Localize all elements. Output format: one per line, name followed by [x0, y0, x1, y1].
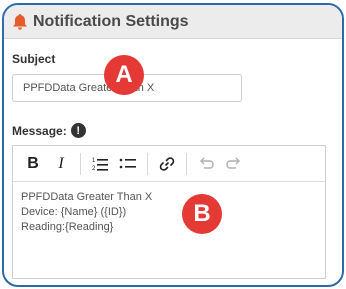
panel-title: Notification Settings — [33, 12, 189, 30]
redo-icon[interactable] — [220, 151, 248, 177]
panel-header: Notification Settings — [4, 5, 342, 39]
message-line: PPFDData Greater Than X — [21, 191, 153, 203]
bullet-list-icon[interactable] — [114, 151, 142, 177]
numbered-list-icon[interactable]: 1 2 — [86, 151, 114, 177]
message-line: Device: {Name} ({ID}) — [21, 206, 127, 218]
toolbar-divider — [80, 152, 81, 175]
bell-icon — [12, 13, 28, 31]
message-label-row: Message: ! — [12, 123, 86, 138]
subject-label: Subject — [12, 52, 56, 66]
editor-toolbar: B I 1 2 — [13, 146, 325, 182]
undo-icon[interactable] — [192, 151, 220, 177]
link-icon[interactable] — [153, 151, 181, 177]
toolbar-divider — [147, 152, 148, 175]
info-icon[interactable]: ! — [70, 123, 86, 138]
svg-text:1: 1 — [92, 158, 96, 164]
annotation-badge-b: B — [182, 194, 222, 234]
message-editor: B I 1 2 PPFDData Greater Than X Device: … — [12, 145, 326, 279]
message-content[interactable]: PPFDData Greater Than X Device: {Name} (… — [13, 182, 325, 243]
annotation-badge-a: A — [104, 55, 144, 95]
italic-button[interactable]: I — [47, 151, 75, 177]
toolbar-divider — [186, 152, 187, 175]
bold-button[interactable]: B — [19, 151, 47, 177]
message-line: Reading:{Reading} — [21, 221, 114, 233]
message-label: Message: — [12, 123, 67, 138]
svg-text:2: 2 — [92, 166, 96, 172]
